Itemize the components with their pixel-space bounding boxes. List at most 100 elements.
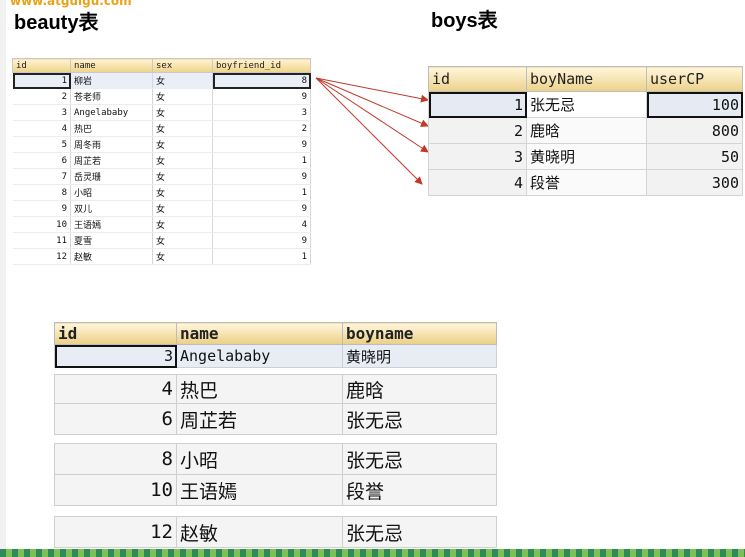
table-row[interactable]: 4 热巴 鹿晗 bbox=[54, 374, 497, 404]
table-cell[interactable]: 3 bbox=[12, 104, 71, 121]
column-header-id[interactable]: id bbox=[12, 58, 71, 73]
table-row[interactable]: 8 小昭女 1 bbox=[12, 184, 311, 201]
table-cell[interactable]: 4 bbox=[428, 169, 527, 196]
column-header-id[interactable]: id bbox=[428, 66, 527, 92]
column-header-boyfriend-id[interactable]: boyfriend_id bbox=[212, 58, 311, 73]
table-cell[interactable]: 女 bbox=[152, 248, 213, 265]
table-cell[interactable]: 女 bbox=[152, 184, 213, 201]
table-row[interactable]: 4 段誉 300 bbox=[428, 169, 743, 196]
table-row[interactable]: 10 王语嫣女 4 bbox=[12, 216, 311, 233]
table-row[interactable]: 12 赵敏女 1 bbox=[12, 248, 311, 265]
table-cell[interactable]: Angelababy bbox=[70, 104, 153, 121]
table-cell[interactable]: 9 bbox=[212, 136, 311, 153]
table-cell[interactable]: 赵敏 bbox=[176, 516, 343, 548]
table-cell[interactable]: 2 bbox=[12, 88, 71, 105]
table-row[interactable]: 2 鹿晗 800 bbox=[428, 117, 743, 144]
table-cell[interactable]: 热巴 bbox=[176, 374, 343, 404]
table-cell[interactable]: 1 bbox=[428, 91, 527, 118]
table-cell[interactable]: 9 bbox=[212, 168, 311, 185]
table-row[interactable]: 7 岳灵珊女 9 bbox=[12, 168, 311, 185]
table-cell[interactable]: 夏雪 bbox=[70, 232, 153, 249]
table-cell[interactable]: 3 bbox=[428, 143, 527, 170]
table-row[interactable]: 8 小昭 张无忌 bbox=[54, 443, 497, 475]
table-cell[interactable]: 6 bbox=[54, 403, 177, 435]
table-row[interactable]: 1 张无忌 100 bbox=[428, 91, 743, 118]
table-cell[interactable]: 张无忌 bbox=[342, 516, 497, 548]
table-cell[interactable]: 小昭 bbox=[70, 184, 153, 201]
table-row[interactable]: 3 Angelababy 女 3 bbox=[12, 104, 311, 121]
table-row[interactable]: 5 周冬雨女 9 bbox=[12, 136, 311, 153]
table-cell[interactable]: 8 bbox=[12, 184, 71, 201]
table-cell[interactable]: 热巴 bbox=[70, 120, 153, 137]
column-header-usercp[interactable]: userCP bbox=[646, 66, 743, 92]
table-cell[interactable]: 女 bbox=[152, 232, 213, 249]
table-cell[interactable]: 4 bbox=[212, 216, 311, 233]
table-cell[interactable]: Angelababy bbox=[176, 344, 343, 368]
table-cell[interactable]: 10 bbox=[12, 216, 71, 233]
column-header-boyname[interactable]: boyName bbox=[526, 66, 647, 92]
table-cell[interactable]: 段誉 bbox=[526, 169, 647, 196]
table-cell[interactable]: 6 bbox=[12, 152, 71, 169]
table-cell[interactable]: 10 bbox=[54, 474, 177, 506]
table-cell[interactable]: 鹿晗 bbox=[342, 374, 497, 404]
table-cell[interactable]: 张无忌 bbox=[342, 443, 497, 475]
table-row[interactable]: 4 热巴女 2 bbox=[12, 120, 311, 137]
table-cell[interactable]: 4 bbox=[54, 374, 177, 404]
table-cell[interactable]: 女 bbox=[152, 104, 213, 121]
table-cell[interactable]: 女 bbox=[152, 216, 213, 233]
table-cell[interactable]: 12 bbox=[12, 248, 71, 265]
table-cell[interactable]: 周芷若 bbox=[176, 403, 343, 435]
table-cell[interactable]: 9 bbox=[212, 88, 311, 105]
table-cell[interactable]: 女 bbox=[152, 136, 213, 153]
table-cell[interactable]: 2 bbox=[428, 117, 527, 144]
table-row[interactable]: 3 Angelababy 黄晓明 bbox=[54, 344, 497, 368]
table-cell[interactable]: 岳灵珊 bbox=[70, 168, 153, 185]
table-cell[interactable]: 7 bbox=[12, 168, 71, 185]
table-cell[interactable]: 张无忌 bbox=[342, 403, 497, 435]
table-cell[interactable]: 小昭 bbox=[176, 443, 343, 475]
table-cell[interactable]: 王语嫣 bbox=[70, 216, 153, 233]
table-cell[interactable]: 9 bbox=[212, 200, 311, 217]
table-cell[interactable]: 4 bbox=[12, 120, 71, 137]
table-cell[interactable]: 王语嫣 bbox=[176, 474, 343, 506]
table-cell[interactable]: 3 bbox=[54, 344, 177, 368]
table-cell[interactable]: 9 bbox=[12, 200, 71, 217]
table-cell[interactable]: 11 bbox=[12, 232, 71, 249]
table-cell[interactable]: 女 bbox=[152, 200, 213, 217]
table-cell[interactable]: 100 bbox=[646, 91, 743, 118]
table-cell[interactable]: 苍老师 bbox=[70, 88, 153, 105]
table-cell[interactable]: 2 bbox=[212, 120, 311, 137]
table-row[interactable]: 2 苍老师女 9 bbox=[12, 88, 311, 105]
table-cell[interactable]: 黄晓明 bbox=[526, 143, 647, 170]
table-cell[interactable]: 9 bbox=[212, 232, 311, 249]
table-cell[interactable]: 女 bbox=[152, 88, 213, 105]
table-cell[interactable]: 女 bbox=[152, 152, 213, 169]
table-cell[interactable]: 女 bbox=[152, 120, 213, 137]
table-cell[interactable]: 段誉 bbox=[342, 474, 497, 506]
table-cell[interactable]: 1 bbox=[212, 152, 311, 169]
table-cell[interactable]: 女 bbox=[152, 72, 213, 89]
table-cell[interactable]: 1 bbox=[212, 184, 311, 201]
table-cell[interactable]: 800 bbox=[646, 117, 743, 144]
table-cell[interactable]: 张无忌 bbox=[526, 91, 647, 118]
table-cell[interactable]: 3 bbox=[212, 104, 311, 121]
column-header-boyname[interactable]: boyname bbox=[342, 322, 497, 345]
table-row[interactable]: 6 周芷若 张无忌 bbox=[54, 403, 497, 435]
table-cell[interactable]: 黄晓明 bbox=[342, 344, 497, 368]
column-header-name[interactable]: name bbox=[176, 322, 343, 345]
table-cell[interactable]: 1 bbox=[12, 72, 71, 89]
table-row[interactable]: 1 柳岩女 8 bbox=[12, 72, 311, 89]
table-row[interactable]: 10 王语嫣 段誉 bbox=[54, 474, 497, 506]
table-cell[interactable]: 5 bbox=[12, 136, 71, 153]
table-row[interactable]: 9 双儿女 9 bbox=[12, 200, 311, 217]
column-header-sex[interactable]: sex bbox=[152, 58, 213, 73]
table-row[interactable]: 6 周芷若女 1 bbox=[12, 152, 311, 169]
table-cell[interactable]: 50 bbox=[646, 143, 743, 170]
table-cell[interactable]: 双儿 bbox=[70, 200, 153, 217]
table-row[interactable]: 3 黄晓明 50 bbox=[428, 143, 743, 170]
table-row[interactable]: 11 夏雪女 9 bbox=[12, 232, 311, 249]
table-cell[interactable]: 周冬雨 bbox=[70, 136, 153, 153]
table-cell[interactable]: 鹿晗 bbox=[526, 117, 647, 144]
table-cell[interactable]: 女 bbox=[152, 168, 213, 185]
table-cell[interactable]: 300 bbox=[646, 169, 743, 196]
